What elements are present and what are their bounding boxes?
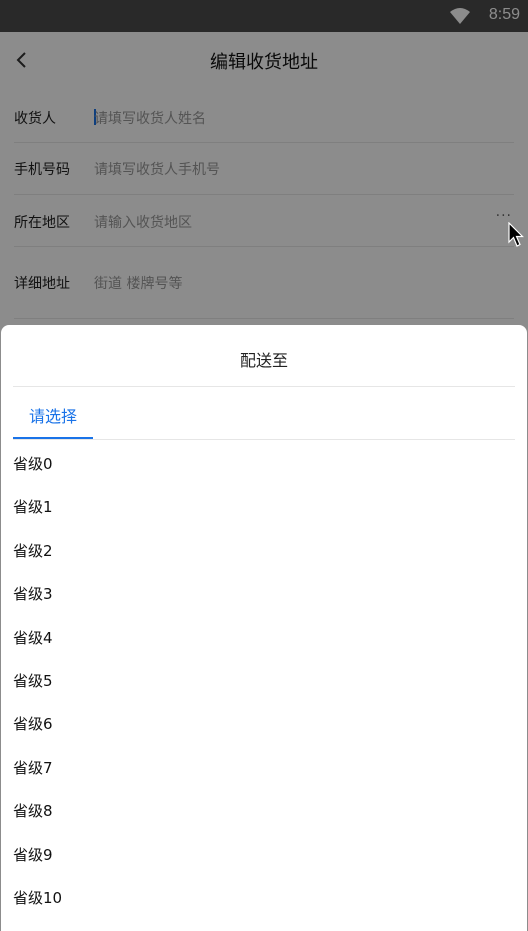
- sheet-title: 配送至: [239, 351, 288, 370]
- region-picker-sheet: 配送至 请选择 省级0 省级1 省级2 省级3 省级4 省级5 省级6 省级7 …: [1, 325, 527, 931]
- list-item[interactable]: 省级10: [13, 877, 513, 920]
- list-item[interactable]: 省级1: [13, 486, 513, 529]
- tabs-border: [13, 439, 515, 440]
- mouse-cursor-icon: [508, 222, 524, 247]
- list-item[interactable]: 省级7: [13, 747, 513, 790]
- list-item[interactable]: 省级8: [13, 790, 513, 833]
- list-item[interactable]: 省级2: [13, 530, 513, 573]
- list-item[interactable]: 省级3: [13, 573, 513, 616]
- tab-please-select[interactable]: 请选择: [13, 403, 93, 427]
- list-item[interactable]: 省级4: [13, 617, 513, 660]
- divider: [13, 386, 515, 387]
- list-item[interactable]: 省级9: [13, 834, 513, 877]
- province-list: 省级0 省级1 省级2 省级3 省级4 省级5 省级6 省级7 省级8 省级9 …: [13, 443, 513, 920]
- list-item[interactable]: 省级6: [13, 703, 513, 746]
- list-item[interactable]: 省级0: [13, 443, 513, 486]
- list-item[interactable]: 省级5: [13, 660, 513, 703]
